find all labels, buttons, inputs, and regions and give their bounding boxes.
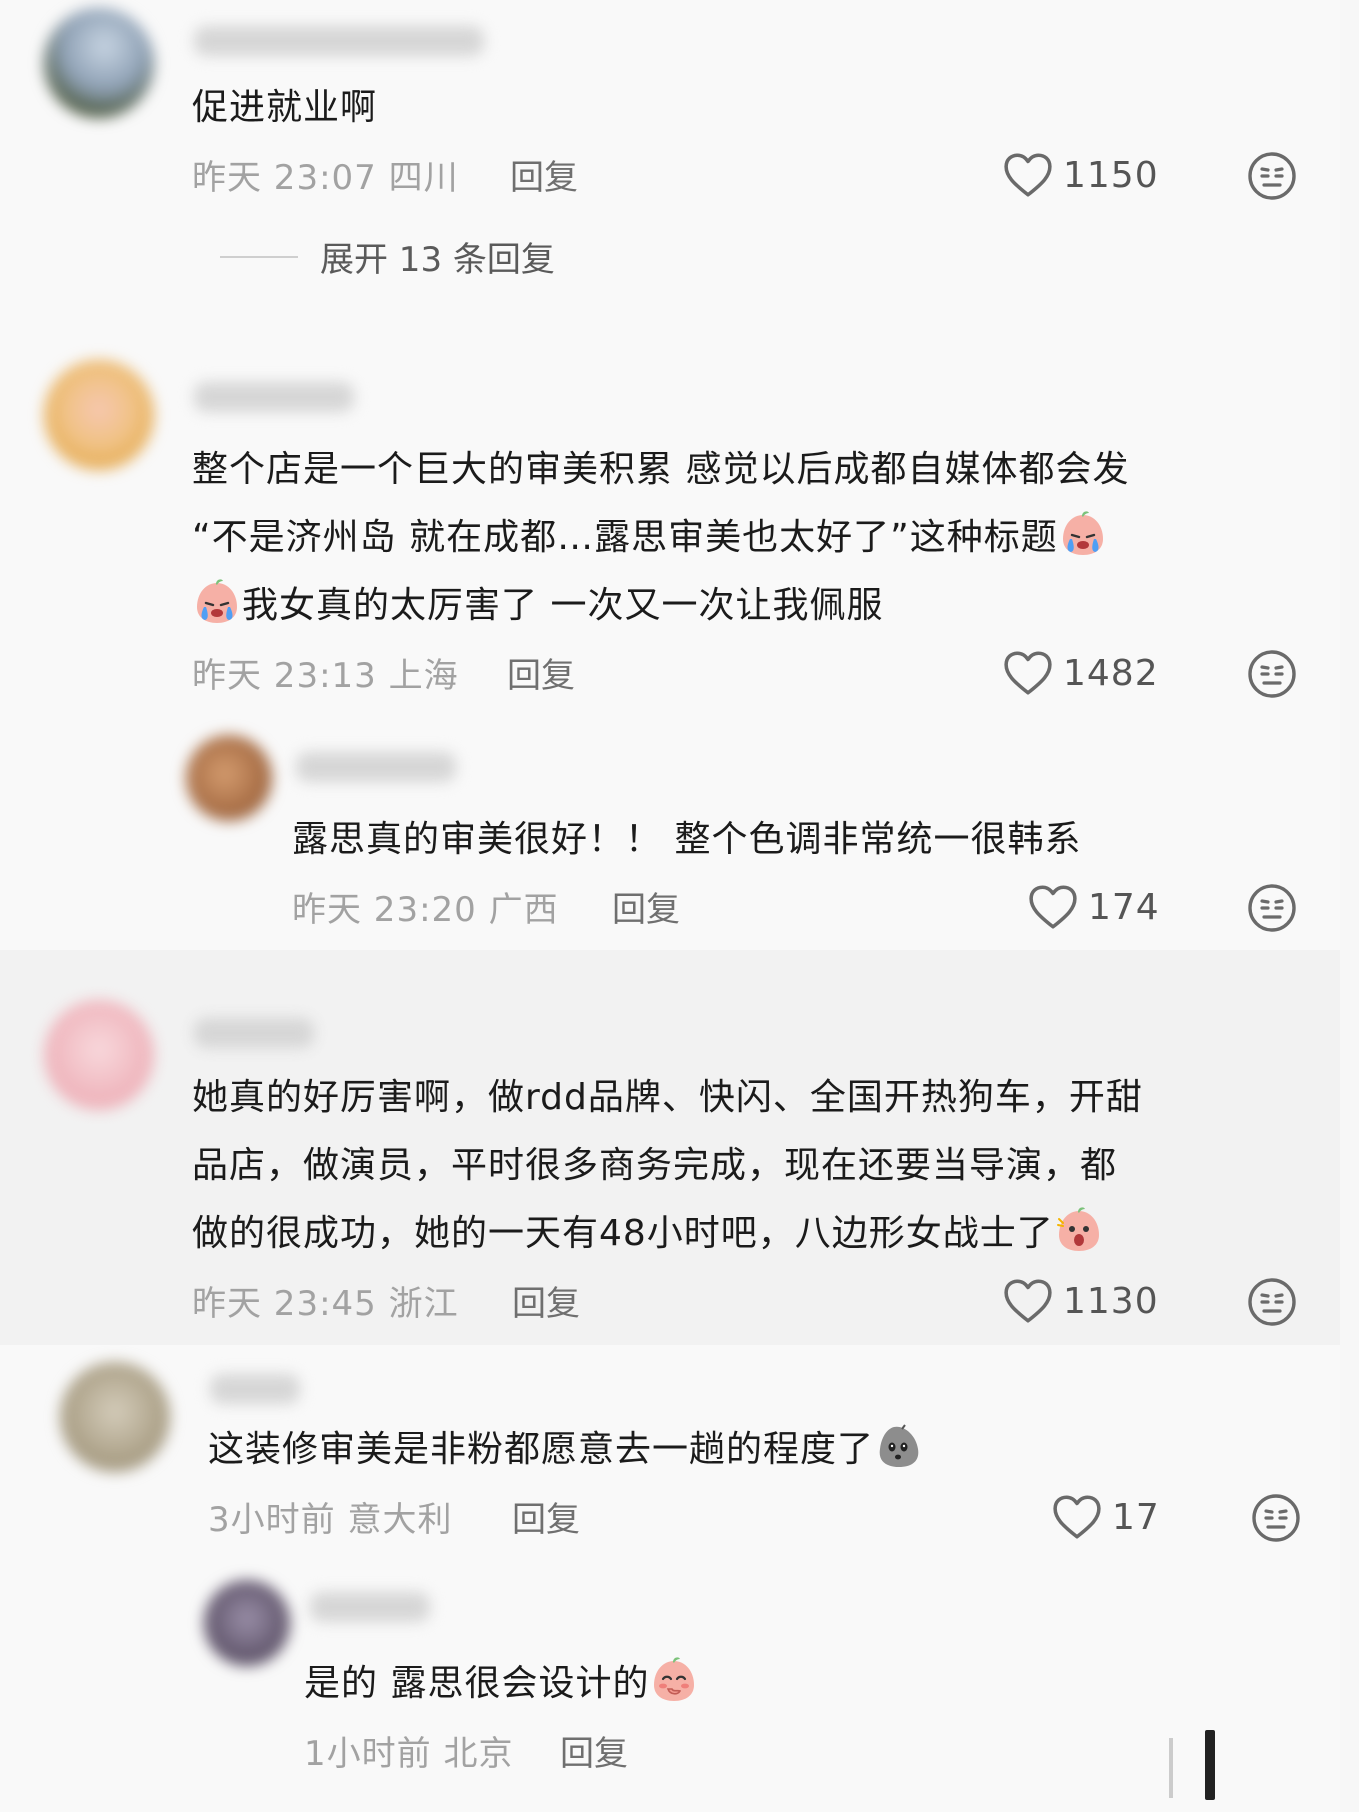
username-blurred[interactable] bbox=[194, 382, 354, 412]
comment-text-line: 做的很成功，她的一天有48小时吧，八边形女战士了 bbox=[192, 1200, 1104, 1268]
avatar[interactable] bbox=[44, 360, 154, 470]
amazed-emoji-icon bbox=[1054, 1205, 1104, 1255]
meh-face-icon[interactable] bbox=[1246, 882, 1298, 934]
heart-outline-icon bbox=[1003, 1278, 1053, 1324]
meh-face-icon[interactable] bbox=[1246, 648, 1298, 700]
reply-button[interactable]: 回复 bbox=[560, 1726, 628, 1775]
crying-emoji-icon bbox=[192, 577, 242, 627]
username-blurred[interactable] bbox=[194, 1018, 314, 1048]
comment-time-location: 昨天 23:20 广西 bbox=[292, 890, 559, 930]
comment-time-location: 昨天 23:45 浙江 bbox=[192, 1284, 459, 1324]
like-count: 1482 bbox=[1063, 652, 1159, 694]
like-button[interactable]: 1150 bbox=[1003, 152, 1159, 198]
like-button[interactable]: 1130 bbox=[1003, 1278, 1159, 1324]
username-blurred[interactable] bbox=[194, 26, 484, 56]
shy-emoji-icon bbox=[649, 1655, 699, 1705]
comment-text: 促进就业啊 bbox=[192, 87, 378, 128]
avatar[interactable] bbox=[186, 735, 272, 821]
rock-face-emoji-icon bbox=[874, 1421, 924, 1471]
comment-text-line: 品店，做演员，平时很多商务完成，现在还要当导演，都 bbox=[192, 1145, 1118, 1186]
comment-text-line: 整个店是一个巨大的审美积累 感觉以后成都自媒体都会发 bbox=[192, 449, 1130, 490]
comment-time-location: 昨天 23:07 四川 bbox=[192, 158, 459, 198]
like-count: 1150 bbox=[1063, 154, 1159, 196]
username-blurred[interactable] bbox=[210, 1374, 300, 1404]
like-count: 174 bbox=[1088, 886, 1160, 928]
reply-button[interactable]: 回复 bbox=[612, 882, 680, 931]
reply-button[interactable]: 回复 bbox=[512, 1276, 580, 1325]
scroll-indicator[interactable] bbox=[1169, 1738, 1173, 1798]
heart-outline-icon bbox=[1003, 152, 1053, 198]
heart-outline-icon bbox=[1052, 1494, 1102, 1540]
comment-time-location: 1小时前 北京 bbox=[304, 1734, 514, 1774]
meh-face-icon[interactable] bbox=[1246, 1276, 1298, 1328]
meh-face-icon[interactable] bbox=[1250, 1492, 1302, 1544]
reply-button[interactable]: 回复 bbox=[512, 1492, 580, 1541]
avatar[interactable] bbox=[44, 8, 154, 118]
like-count: 17 bbox=[1112, 1496, 1160, 1538]
avatar[interactable] bbox=[60, 1362, 170, 1472]
comment-time-location: 昨天 23:13 上海 bbox=[192, 656, 459, 696]
comment-text: 这装修审美是非粉都愿意去一趟的程度了 bbox=[208, 1416, 924, 1484]
heart-outline-icon bbox=[1003, 650, 1053, 696]
comment-list: 促进就业啊 昨天 23:07 四川 回复 1150 展开 13 条回复 整个店是… bbox=[0, 0, 1359, 1812]
comment-text-line: “不是济州岛 就在成都…露思审美也太好了”这种标题 bbox=[192, 504, 1108, 572]
reply-text: 露思真的审美很好！！ 整个色调非常统一很韩系 bbox=[292, 819, 1082, 860]
expand-replies-label: 展开 13 条回复 bbox=[320, 240, 555, 280]
reply-button[interactable]: 回复 bbox=[507, 648, 575, 697]
avatar[interactable] bbox=[44, 1000, 154, 1110]
like-button[interactable]: 17 bbox=[1052, 1494, 1160, 1540]
like-button[interactable]: 174 bbox=[1028, 884, 1160, 930]
comment-text-line: 我女真的太厉害了 一次又一次让我佩服 bbox=[192, 572, 883, 640]
comment-text-line: 她真的好厉害啊，做rdd品牌、快闪、全国开热狗车，开甜 bbox=[192, 1077, 1143, 1118]
reply-button[interactable]: 回复 bbox=[510, 150, 578, 199]
avatar[interactable] bbox=[204, 1580, 290, 1666]
username-blurred[interactable] bbox=[310, 1592, 430, 1622]
like-button[interactable]: 1482 bbox=[1003, 650, 1159, 696]
scroll-thumb[interactable] bbox=[1205, 1730, 1215, 1800]
reply-text: 是的 露思很会设计的 bbox=[304, 1650, 699, 1718]
username-blurred[interactable] bbox=[296, 752, 456, 782]
expand-replies-button[interactable]: 展开 13 条回复 bbox=[220, 232, 555, 281]
like-count: 1130 bbox=[1063, 1280, 1159, 1322]
heart-outline-icon bbox=[1028, 884, 1078, 930]
comment-time-location: 3小时前 意大利 bbox=[208, 1500, 453, 1540]
divider-line bbox=[220, 255, 298, 258]
crying-emoji-icon bbox=[1058, 509, 1108, 559]
meh-face-icon[interactable] bbox=[1246, 150, 1298, 202]
